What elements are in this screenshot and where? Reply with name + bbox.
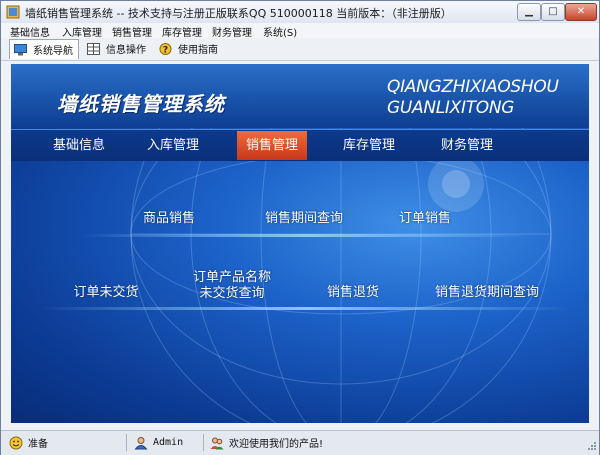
- func-order-sales[interactable]: 订单销售: [385, 211, 465, 227]
- system-title: 墙纸销售管理系统: [57, 92, 225, 116]
- title-bar[interactable]: 墙纸销售管理系统 -- 技术支持与注册正版联系QQ 510000118 当前版本…: [1, 1, 599, 24]
- status-welcome: 欢迎使用我们的产品!: [210, 434, 323, 451]
- func-product-sales[interactable]: 商品销售: [129, 211, 209, 227]
- smiley-icon: [9, 436, 23, 449]
- app-icon: [6, 5, 20, 19]
- banner-header: 墙纸销售管理系统 QIANGZHIXIAOSHOU GUANLIXITONG: [11, 64, 589, 128]
- status-ready-text: 准备: [28, 439, 48, 450]
- menu-system[interactable]: 系统(S): [263, 24, 297, 39]
- pinyin-line-1: QIANGZHIXIAOSHOU: [387, 77, 559, 97]
- app-window: 墙纸销售管理系统 -- 技术支持与注册正版联系QQ 510000118 当前版本…: [0, 0, 600, 455]
- status-bar: 准备 Admin 欢迎使用我们的产品!: [1, 430, 599, 455]
- nav-sales[interactable]: 销售管理: [237, 131, 307, 160]
- module-nav: 基础信息 入库管理 销售管理 库存管理 财务管理: [11, 129, 589, 161]
- status-user-text: Admin: [153, 437, 184, 448]
- users-icon: [210, 437, 224, 449]
- close-button[interactable]: ✕: [565, 3, 597, 21]
- resize-grip-icon[interactable]: [585, 439, 597, 451]
- menu-finance[interactable]: 财务管理: [212, 24, 252, 39]
- func-sales-return[interactable]: 销售退货: [313, 285, 393, 301]
- func-undelivered-product-query[interactable]: 订单产品名称 未交货查询: [177, 270, 287, 302]
- menu-stock-in[interactable]: 入库管理: [62, 24, 102, 39]
- pinyin-line-2: GUANLIXITONG: [387, 98, 515, 118]
- status-user: Admin: [134, 434, 183, 451]
- toolbar: 系统导航 信息操作 ? 使用指南: [1, 38, 599, 61]
- status-separator: [126, 434, 127, 451]
- minimize-button[interactable]: ▁: [517, 3, 541, 21]
- func-sales-return-period-query[interactable]: 销售退货期间查询: [417, 285, 557, 301]
- main-panel: 墙纸销售管理系统 QIANGZHIXIAOSHOU GUANLIXITONG 基…: [11, 64, 589, 423]
- tab-user-guide-label: 使用指南: [178, 45, 218, 56]
- window-title: 墙纸销售管理系统 -- 技术支持与注册正版联系QQ 510000118 当前版本…: [25, 7, 452, 20]
- tab-info-ops[interactable]: 信息操作: [83, 39, 149, 58]
- nav-stock-in[interactable]: 入库管理: [133, 131, 213, 160]
- svg-text:?: ?: [163, 45, 168, 55]
- tab-system-nav-label: 系统导航: [33, 46, 73, 57]
- menu-inventory[interactable]: 库存管理: [162, 24, 202, 39]
- status-welcome-text: 欢迎使用我们的产品!: [229, 439, 324, 450]
- user-icon: [134, 436, 148, 449]
- menu-sales[interactable]: 销售管理: [112, 24, 152, 39]
- menu-basic-info[interactable]: 基础信息: [10, 24, 50, 39]
- maximize-button[interactable]: □: [541, 3, 565, 21]
- help-icon: ?: [159, 42, 172, 55]
- nav-inventory[interactable]: 库存管理: [329, 131, 409, 160]
- menu-bar: 基础信息 入库管理 销售管理 库存管理 财务管理 系统(S): [1, 23, 599, 39]
- row2-divider: [41, 307, 571, 310]
- func-sales-period-query[interactable]: 销售期间查询: [249, 211, 359, 227]
- monitor-icon: [14, 43, 27, 55]
- tab-user-guide[interactable]: ? 使用指南: [155, 39, 221, 58]
- nav-finance[interactable]: 财务管理: [427, 131, 507, 160]
- row1-divider: [81, 234, 531, 237]
- nav-basic-info[interactable]: 基础信息: [39, 131, 119, 160]
- tab-system-nav[interactable]: 系统导航: [9, 39, 79, 59]
- func-undelivered-orders[interactable]: 订单未交货: [61, 285, 151, 301]
- grid-icon: [87, 42, 100, 55]
- tab-info-ops-label: 信息操作: [106, 45, 146, 56]
- status-ready: 准备: [9, 434, 48, 451]
- status-separator: [203, 434, 204, 451]
